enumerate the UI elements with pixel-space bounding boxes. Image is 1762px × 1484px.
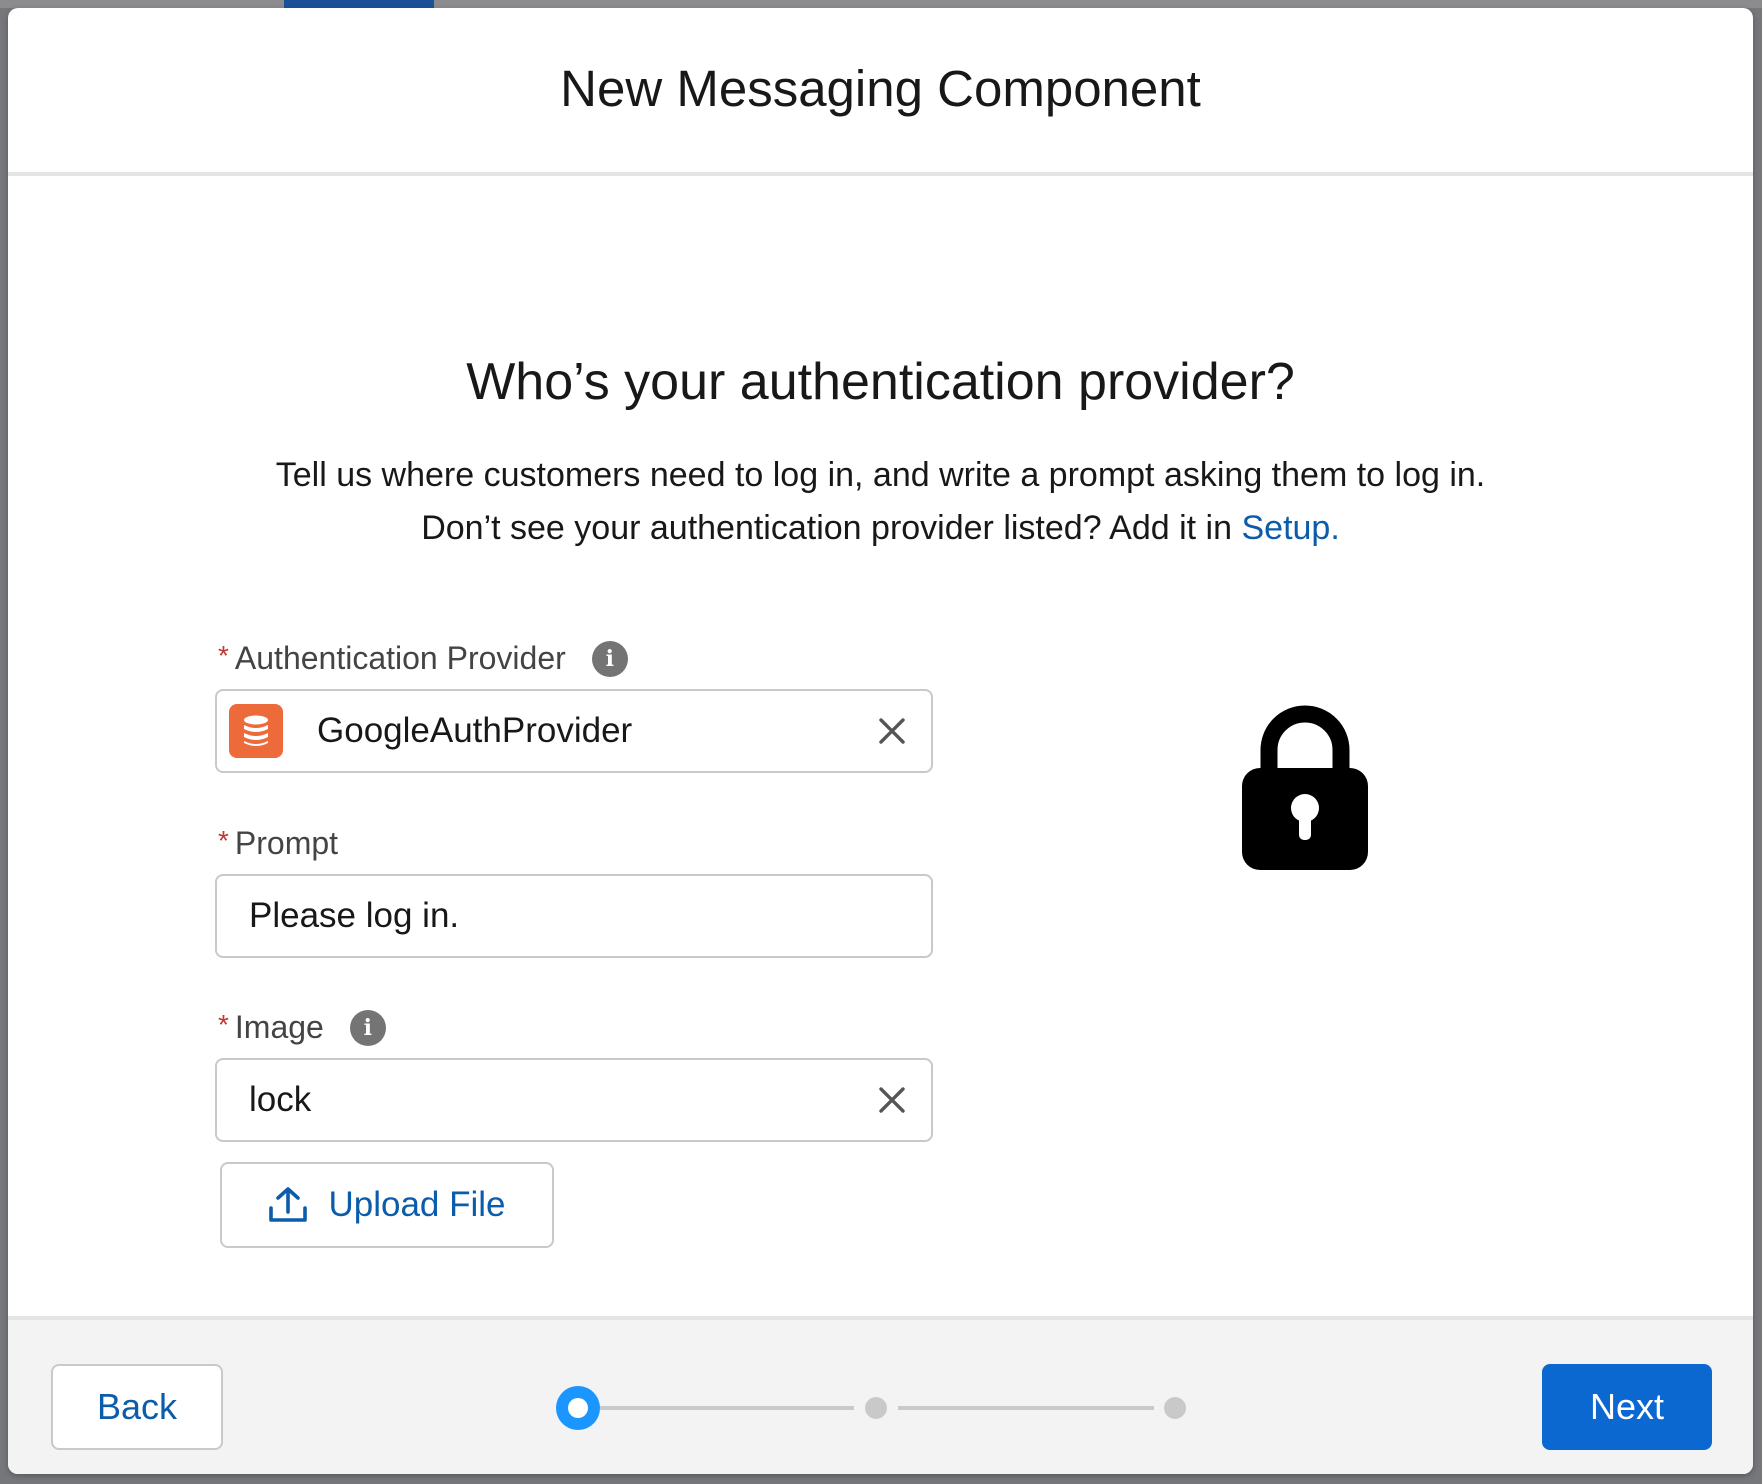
progress-indicator xyxy=(556,1386,1196,1430)
close-icon xyxy=(879,718,905,744)
clear-auth-provider-button[interactable] xyxy=(875,714,909,748)
progress-step-1[interactable] xyxy=(556,1386,600,1430)
auth-provider-label-text: Authentication Provider xyxy=(234,640,566,676)
next-button[interactable]: Next xyxy=(1542,1364,1712,1450)
lock-icon xyxy=(1241,702,1369,877)
clear-image-button[interactable] xyxy=(875,1083,909,1117)
back-button[interactable]: Back xyxy=(51,1364,223,1450)
prompt-label: * Prompt xyxy=(218,825,338,862)
progress-bar-segment xyxy=(600,1406,854,1410)
setup-link[interactable]: Setup. xyxy=(1241,509,1339,547)
background-toolbar xyxy=(0,0,1762,8)
modal-title: New Messaging Component xyxy=(560,59,1201,117)
required-marker: * xyxy=(218,639,229,671)
progress-bar-segment xyxy=(898,1406,1154,1410)
close-icon xyxy=(879,1087,905,1113)
database-icon xyxy=(229,704,283,758)
prompt-input[interactable]: Please log in. xyxy=(215,874,933,958)
background-tab xyxy=(284,0,434,8)
image-value: lock xyxy=(249,1080,312,1119)
auth-provider-label: * Authentication Provider i xyxy=(218,640,628,677)
progress-step-2[interactable] xyxy=(865,1397,887,1419)
image-label: * Image i xyxy=(218,1009,386,1046)
auth-provider-value: GoogleAuthProvider xyxy=(317,711,633,750)
progress-step-3[interactable] xyxy=(1164,1397,1186,1419)
modal-footer: Back Next xyxy=(8,1316,1753,1474)
required-marker: * xyxy=(218,824,229,856)
upload-icon xyxy=(269,1187,308,1222)
setup-prompt-text: Don’t see your authentication provider l… xyxy=(421,509,1242,547)
prompt-value: Please log in. xyxy=(249,896,460,935)
step-description-setup: Don’t see your authentication provider l… xyxy=(8,509,1753,548)
step-heading: Who’s your authentication provider? xyxy=(466,353,1295,411)
step-description: Tell us where customers need to log in, … xyxy=(275,456,1486,494)
upload-file-label: Upload File xyxy=(328,1185,506,1224)
image-input[interactable]: lock xyxy=(215,1058,933,1142)
upload-file-button[interactable]: Upload File xyxy=(220,1162,554,1248)
image-label-text: Image xyxy=(234,1009,324,1045)
prompt-label-text: Prompt xyxy=(234,825,339,861)
info-icon[interactable]: i xyxy=(349,1009,386,1046)
auth-provider-lookup[interactable]: GoogleAuthProvider xyxy=(215,689,933,773)
required-marker: * xyxy=(218,1008,229,1040)
modal-header: New Messaging Component xyxy=(8,8,1753,176)
info-icon[interactable]: i xyxy=(591,640,628,677)
new-messaging-component-modal: New Messaging Component Who’s your authe… xyxy=(8,8,1753,1474)
